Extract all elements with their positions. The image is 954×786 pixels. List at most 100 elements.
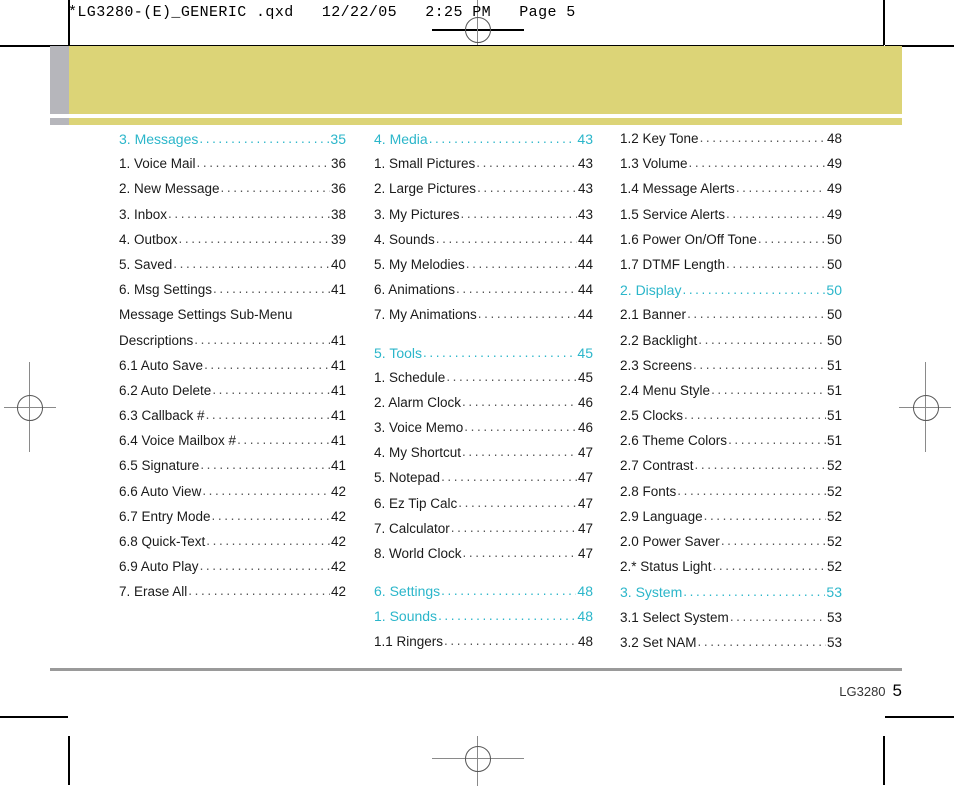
toc-entry-label: Message Settings Sub-Menu [119, 307, 293, 323]
registration-mark-left [4, 362, 74, 452]
page-footer: LG3280 5 [839, 681, 902, 701]
toc-entry[interactable]: 6.3 Callback #..........................… [119, 408, 346, 434]
toc-entry[interactable]: 1.5 Service Alerts......................… [620, 206, 842, 233]
toc-entry[interactable]: 3.1 Select System.......................… [620, 610, 842, 636]
toc-entry[interactable]: Message Settings Sub-Menu Descriptions...… [119, 308, 346, 358]
toc-heading[interactable]: 1. Sounds...............................… [374, 609, 593, 634]
toc-entry[interactable]: 2.3 Screens.............................… [620, 358, 842, 384]
toc-entry[interactable]: 2. Large Pictures.......................… [374, 181, 593, 207]
toc-page-number: 41 [330, 408, 346, 424]
toc-entry[interactable]: 5. Notepad..............................… [374, 470, 593, 496]
toc-entry[interactable]: 8. World Clock..........................… [374, 546, 593, 572]
toc-entry[interactable]: 7. My Animations........................… [374, 307, 593, 333]
toc-entry[interactable]: 1.4 Message Alerts......................… [620, 181, 842, 207]
toc-entry[interactable]: 1. Voice Mail...........................… [119, 156, 346, 182]
toc-entry[interactable]: 5. My Melodies..........................… [374, 256, 593, 283]
toc-page-number: 41 [330, 458, 346, 474]
toc-heading[interactable]: 4. Media................................… [374, 132, 593, 157]
toc-heading[interactable]: 5. Tools................................… [374, 346, 593, 371]
toc-entry[interactable]: 6.2 Auto Delete.........................… [119, 383, 346, 409]
toc-page-number: 46 [577, 420, 593, 436]
toc-entry[interactable]: 6.1 Auto Save...........................… [119, 358, 346, 384]
toc-entry-label: 2.0 Power Saver [620, 534, 720, 549]
toc-entry[interactable]: 2.4 Menu Style..........................… [620, 383, 842, 409]
toc-heading[interactable]: 3. Messages.............................… [119, 132, 346, 157]
toc-page-number: 41 [330, 282, 346, 298]
dot-leader: ........................................… [698, 332, 826, 346]
toc-entry-label: 1.4 Message Alerts [620, 181, 735, 197]
dot-leader: ........................................… [726, 206, 826, 221]
toc-entry-label: 2.6 Theme Colors [620, 433, 728, 449]
toc-entry-label: 1.2 Key Tone [620, 131, 699, 146]
registration-mark-right [880, 362, 951, 452]
toc-entry[interactable]: 2.0 Power Saver.........................… [620, 534, 842, 560]
toc-entry[interactable]: 6.9 Auto Play...........................… [119, 559, 346, 585]
toc-entry[interactable]: 3. My Pictures..........................… [374, 207, 593, 233]
toc-page-number: 43 [577, 181, 593, 197]
toc-entry[interactable]: 6.6 Auto View...........................… [119, 483, 346, 510]
toc-entry[interactable]: 4. My Shortcut..........................… [374, 445, 593, 471]
toc-entry[interactable]: 6. Animations...........................… [374, 282, 593, 308]
toc-entry[interactable]: 6.5 Signature...........................… [119, 458, 346, 484]
toc-entry[interactable]: 1.1 Ringers.............................… [374, 634, 593, 660]
toc-entry[interactable]: 1. Schedule.............................… [374, 370, 593, 396]
toc-entry[interactable]: 1. Small Pictures.......................… [374, 156, 593, 182]
toc-entry[interactable]: 3. Voice Memo...........................… [374, 420, 593, 446]
toc-entry[interactable]: 6. Ez Tip Calc..........................… [374, 495, 593, 522]
toc-entry[interactable]: 5. Saved................................… [119, 257, 346, 283]
toc-entry[interactable]: 2.9 Language............................… [620, 509, 842, 535]
toc-entry[interactable]: 4. Outbox...............................… [119, 231, 346, 258]
toc-page-number: 43 [577, 131, 593, 147]
toc-entry[interactable]: 6.4 Voice Mailbox #.....................… [119, 433, 346, 459]
toc-entry[interactable]: 7. Calculator...........................… [374, 521, 593, 547]
toc-entry[interactable]: 7. Erase All............................… [119, 584, 346, 610]
dot-leader: ........................................… [188, 584, 330, 598]
toc-page-number: 39 [330, 231, 346, 247]
toc-entry[interactable]: 2.* Status Light........................… [620, 559, 842, 585]
toc-page-number: 35 [330, 131, 346, 147]
dot-leader: ........................................… [720, 534, 826, 548]
toc-entry-label: 1.7 DTMF Length [620, 256, 726, 272]
dot-leader: ........................................… [458, 495, 577, 510]
toc-page-number: 50 [826, 256, 842, 272]
toc-page-number: 44 [577, 256, 593, 272]
banner-underline-tab [50, 118, 69, 125]
toc-entry[interactable]: 3.2 Set NAM.............................… [620, 635, 842, 661]
dot-leader: ........................................… [178, 231, 330, 246]
toc-entry[interactable]: 2.5 Clocks..............................… [620, 408, 842, 434]
crop-mark-bottom-right-vertical [883, 736, 885, 785]
dot-leader: ........................................… [220, 181, 330, 195]
toc-entry[interactable]: 2. New Message..........................… [119, 181, 346, 207]
toc-page-number: 44 [577, 307, 593, 323]
toc-entry[interactable]: 1.2 Key Tone............................… [620, 131, 842, 157]
toc-entry[interactable]: 2.6 Theme Colors........................… [620, 433, 842, 459]
toc-entry[interactable]: 6.8 Quick-Text..........................… [119, 534, 346, 560]
registration-mark-bottom [432, 736, 524, 786]
toc-entry[interactable]: 6. Msg Settings.........................… [119, 282, 346, 308]
toc-entry[interactable]: 2.1 Banner..............................… [620, 307, 842, 333]
toc-entry[interactable]: 2.2 Backlight...........................… [620, 332, 842, 359]
toc-heading[interactable]: 3. System...............................… [620, 585, 842, 610]
toc-entry[interactable]: 2.7 Contrast............................… [620, 458, 842, 484]
toc-entry[interactable]: 3. Inbox................................… [119, 207, 346, 233]
toc-entry-label: 5. Notepad [374, 470, 441, 486]
toc-heading[interactable]: 2. Display..............................… [620, 283, 842, 308]
toc-entry[interactable]: 6.7 Entry Mode..........................… [119, 509, 346, 535]
toc-page-number: 50 [826, 231, 842, 247]
dot-leader: ........................................… [712, 559, 826, 573]
toc-entry-label: 5. Tools [374, 344, 422, 361]
toc-entry-label: 6.6 Auto View [119, 483, 202, 499]
toc-page-number: 52 [826, 458, 842, 474]
toc-page-number: 42 [330, 534, 346, 549]
toc-entry[interactable]: 4. Sounds...............................… [374, 232, 593, 258]
banner-body [69, 46, 902, 114]
toc-entry[interactable]: 1.7 DTMF Length.........................… [620, 256, 842, 283]
toc-entry[interactable]: 2.8 Fonts...............................… [620, 484, 842, 510]
toc-page-number: 53 [826, 584, 842, 601]
toc-heading[interactable]: 6. Settings.............................… [374, 584, 593, 609]
dot-leader: ........................................… [726, 256, 826, 271]
toc-entry[interactable]: 2. Alarm Clock..........................… [374, 395, 593, 421]
toc-entry[interactable]: 1.3 Volume..............................… [620, 156, 842, 182]
toc-entry[interactable]: 1.6 Power On/Off Tone...................… [620, 231, 842, 258]
crop-mark-top-right-vertical [883, 0, 885, 45]
